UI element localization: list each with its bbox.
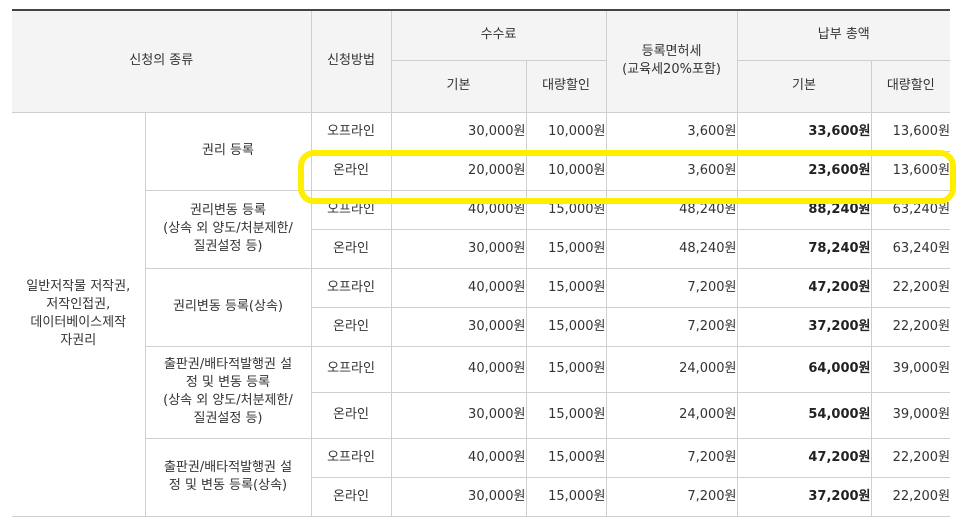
fee-table: 신청의 종류 신청방법 수수료 등록면허세 (교육세20%포함) 납부 총액 기… [12, 9, 951, 517]
header-type: 신청의 종류 [12, 9, 312, 113]
total-bulk-cell: 22,200원 [870, 437, 951, 478]
fee-bulk-cell: 15,000원 [525, 306, 607, 347]
table-row: 출판권/배타적발행권 설정 및 변동 등록(상속) 오프라인 40,000원 15,0… [12, 437, 951, 517]
total-bulk-cell: 13,600원 [870, 111, 951, 152]
category-line: 자권리 [60, 333, 97, 348]
total-basic-cell: 33,600원 [736, 111, 872, 152]
fee-table-body: 일반저작물 저작권, 저작인접권, 데이터베이스제작 자권리 권리 등록 오프라인 30,0… [12, 111, 951, 517]
group-name-cell: 출판권/배타적발행권 설정 및 변동 등록(상속) [145, 437, 312, 517]
fee-basic-cell: 30,000원 [390, 306, 527, 347]
group-name-line: 정 및 변동 등록 [185, 375, 271, 390]
fee-basic-cell: 40,000원 [390, 189, 527, 230]
tax-cell: 7,200원 [605, 437, 738, 478]
category-line: 저작인접권, [46, 297, 111, 312]
category-cell: 일반저작물 저작권, 저작인접권, 데이터베이스제작자권리 [12, 111, 146, 517]
header-tax-label: 등록면허세 [641, 44, 702, 60]
tax-cell: 3,600원 [605, 111, 738, 152]
fee-basic-cell: 40,000원 [390, 345, 527, 393]
total-basic-cell: 47,200원 [736, 437, 872, 478]
table-row: 권리변동 등록 (상속 외 양도/처분제한/질권설정 등) 오프라인 40,000원 1… [12, 189, 951, 269]
method-cell: 오프라인 [310, 267, 392, 308]
fee-basic-cell: 30,000원 [390, 111, 527, 152]
header-fee-basic: 기본 [391, 59, 527, 113]
total-basic-cell: 47,200원 [736, 267, 872, 308]
group-name-line: 권리 등록 [202, 143, 254, 158]
total-basic-cell: 78,240원 [736, 228, 872, 269]
header-total-bulk: 대량할인 [870, 59, 951, 113]
total-bulk-cell: 22,200원 [870, 476, 951, 517]
total-bulk-cell: 22,200원 [870, 306, 951, 347]
fee-bulk-cell: 10,000원 [525, 150, 607, 191]
total-bulk-cell: 22,200원 [870, 267, 951, 308]
fee-bulk-cell: 15,000원 [525, 228, 607, 269]
group-name-line: 출판권/배타적발행권 설 [163, 460, 293, 475]
table-row: 권리변동 등록(상속) 오프라인 40,000원 15,000원 7,200원 47,20… [12, 267, 951, 347]
total-bulk-cell: 13,600원 [870, 150, 951, 191]
fee-bulk-cell: 15,000원 [525, 437, 607, 478]
header-total: 납부 총액 [736, 9, 951, 61]
tax-cell: 48,240원 [605, 189, 738, 230]
group-name-line: 권리변동 등록 [190, 203, 266, 218]
header-fee-bulk: 대량할인 [525, 59, 607, 113]
method-cell: 온라인 [311, 476, 392, 517]
method-cell: 온라인 [311, 150, 392, 191]
group-name-cell: 출판권/배타적발행권 설정 및 변동 등록 (상속 외 양도/처분제한/질권설정 … [145, 345, 312, 439]
header-tax: 등록면허세 (교육세20%포함) [605, 9, 738, 113]
table-row: 출판권/배타적발행권 설정 및 변동 등록 (상속 외 양도/처분제한/질권설정 … [12, 345, 951, 439]
tax-cell: 24,000원 [605, 345, 738, 393]
fee-basic-cell: 40,000원 [390, 267, 527, 308]
total-basic-cell: 23,600원 [736, 150, 872, 191]
tax-cell: 24,000원 [605, 391, 738, 439]
fee-bulk-cell: 10,000원 [525, 111, 607, 152]
total-bulk-cell: 39,000원 [870, 391, 951, 439]
group-name-line: 출판권/배타적발행권 설 [163, 357, 293, 372]
group-name-line: 권리변동 등록(상속) [173, 299, 283, 314]
total-basic-cell: 54,000원 [736, 391, 872, 439]
tax-cell: 3,600원 [605, 150, 738, 191]
tax-cell: 7,200원 [605, 306, 738, 347]
group-name-cell: 권리변동 등록 (상속 외 양도/처분제한/질권설정 등) [145, 189, 312, 269]
total-bulk-cell: 39,000원 [870, 345, 951, 393]
method-cell: 온라인 [311, 306, 392, 347]
group-name-line: 질권설정 등) [193, 239, 263, 254]
fee-basic-cell: 30,000원 [390, 476, 527, 517]
group-name-line: 정 및 변동 등록(상속) [168, 478, 288, 493]
method-cell: 오프라인 [310, 189, 392, 230]
fee-basic-cell: 30,000원 [390, 391, 527, 439]
total-basic-cell: 64,000원 [736, 345, 872, 393]
method-cell: 오프라인 [310, 437, 392, 478]
tax-cell: 7,200원 [605, 476, 738, 517]
header-tax-note: (교육세20%포함) [622, 62, 721, 78]
header-method: 신청방법 [310, 9, 392, 113]
method-cell: 온라인 [311, 391, 392, 439]
method-cell: 온라인 [311, 228, 392, 269]
total-bulk-cell: 63,240원 [870, 228, 951, 269]
fee-basic-cell: 30,000원 [390, 228, 527, 269]
total-basic-cell: 88,240원 [736, 189, 872, 230]
fee-basic-cell: 20,000원 [390, 150, 527, 191]
method-cell: 오프라인 [310, 111, 392, 152]
fee-bulk-cell: 15,000원 [525, 476, 607, 517]
total-bulk-cell: 63,240원 [870, 189, 951, 230]
group-name-cell: 권리 등록 [144, 111, 312, 191]
total-basic-cell: 37,200원 [736, 306, 872, 347]
fee-bulk-cell: 15,000원 [525, 345, 607, 393]
group-name-line: (상속 외 양도/처분제한/ [163, 221, 293, 236]
group-name-cell: 권리변동 등록(상속) [145, 267, 312, 347]
header-total-basic: 기본 [736, 59, 872, 113]
table-row: 일반저작물 저작권, 저작인접권, 데이터베이스제작 자권리 권리 등록 오프라인 30,0… [12, 111, 951, 517]
header-fee: 수수료 [390, 9, 607, 61]
category-line: 일반저작물 저작권, [26, 279, 131, 294]
fee-basic-cell: 40,000원 [390, 437, 527, 478]
tax-cell: 7,200원 [605, 267, 738, 308]
category-line: 데이터베이스제작 [30, 315, 127, 330]
method-cell: 오프라인 [310, 345, 392, 393]
total-basic-cell: 37,200원 [736, 476, 872, 517]
fee-bulk-cell: 15,000원 [525, 267, 607, 308]
fee-bulk-cell: 15,000원 [525, 189, 607, 230]
tax-cell: 48,240원 [605, 228, 738, 269]
group-name-line: 질권설정 등) [193, 411, 263, 426]
group-name-line: (상속 외 양도/처분제한/ [163, 393, 293, 408]
fee-bulk-cell: 15,000원 [525, 391, 607, 439]
